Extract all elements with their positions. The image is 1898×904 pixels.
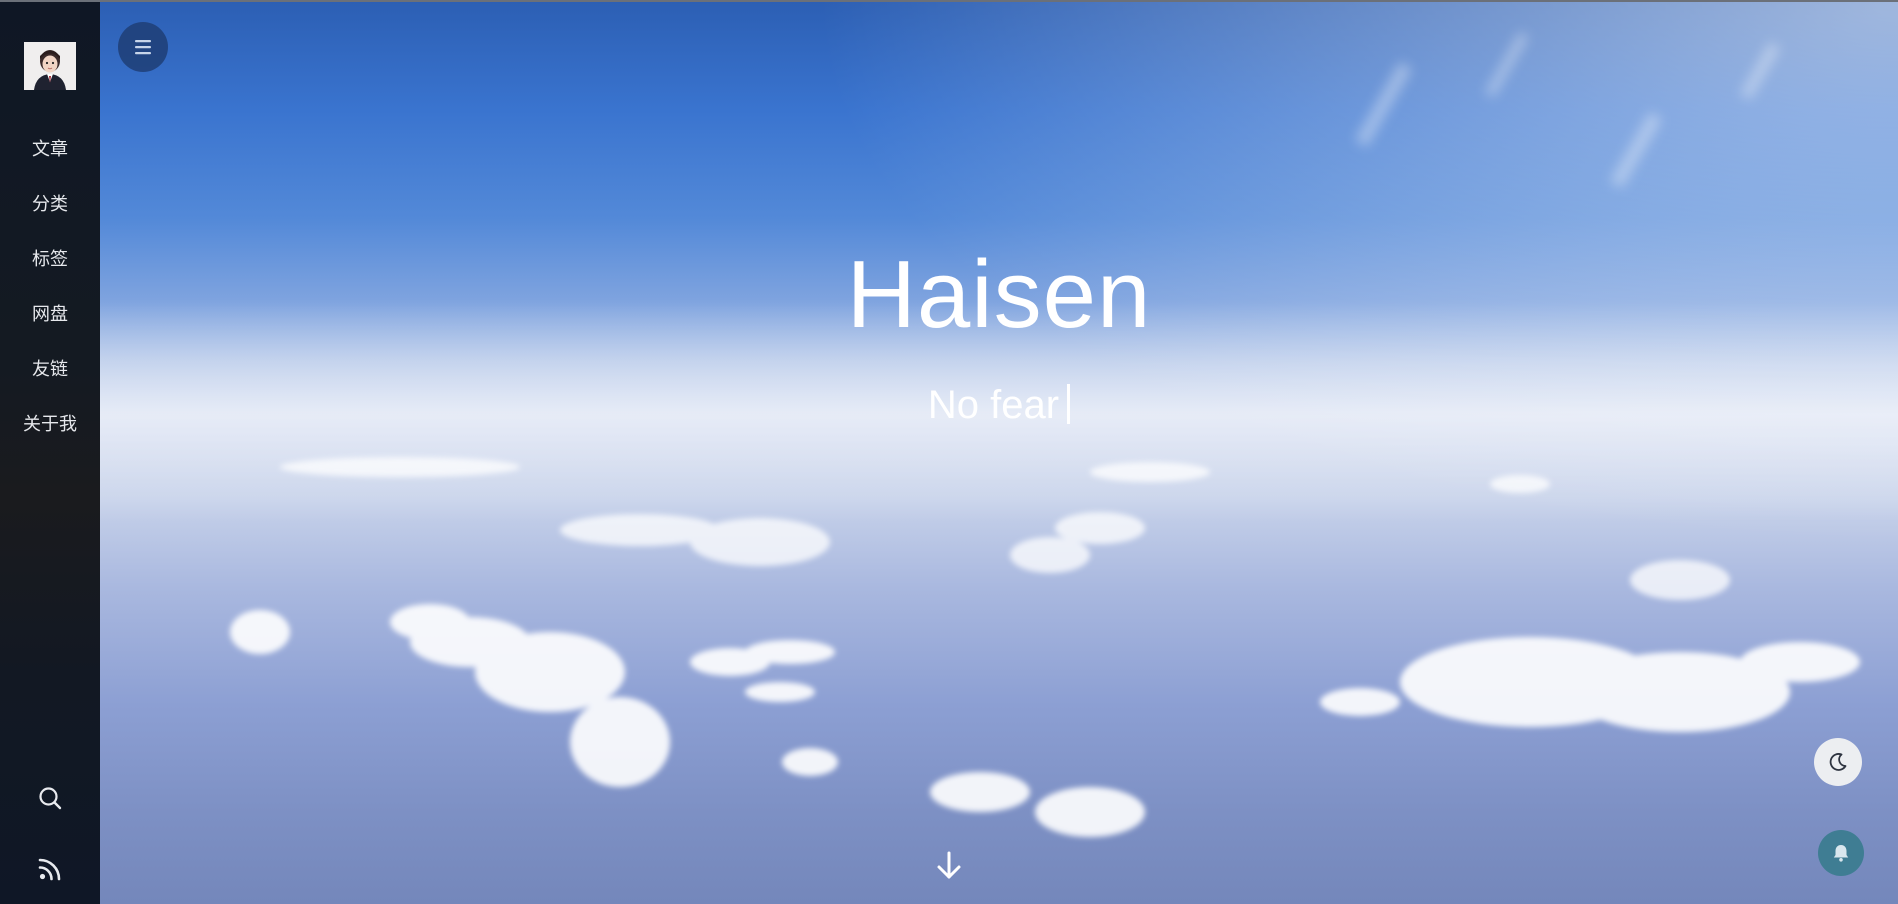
bell-icon — [1833, 845, 1849, 862]
avatar[interactable] — [24, 42, 76, 90]
typing-cursor — [1067, 384, 1071, 424]
subtitle-text: No fear — [927, 383, 1060, 427]
notification-button[interactable] — [1818, 830, 1864, 876]
theme-toggle-button[interactable] — [1814, 738, 1862, 786]
hamburger-menu-icon — [135, 40, 151, 55]
site-subtitle: No fear — [100, 380, 1898, 430]
sidebar-item-tags[interactable]: 标签 — [0, 240, 100, 295]
rss-icon[interactable] — [36, 855, 64, 883]
site-title: Haisen — [846, 241, 1152, 348]
page: 文章 分类 标签 网盘 友链 关于我 Haisen No fear — [0, 0, 1898, 904]
sidebar-item-netdisk[interactable]: 网盘 — [0, 295, 100, 350]
search-icon[interactable] — [36, 784, 64, 812]
moon-icon — [1829, 753, 1847, 771]
sidebar: 文章 分类 标签 网盘 友链 关于我 — [0, 2, 100, 904]
sidebar-nav: 文章 分类 标签 网盘 友链 关于我 — [0, 130, 100, 460]
sidebar-item-articles[interactable]: 文章 — [0, 130, 100, 185]
sky-clouds-background — [100, 2, 1898, 904]
sidebar-item-friend-links[interactable]: 友链 — [0, 350, 100, 405]
sidebar-item-categories[interactable]: 分类 — [0, 185, 100, 240]
arrow-down-icon[interactable] — [931, 848, 967, 884]
window-top-border — [0, 0, 1898, 2]
menu-toggle-button[interactable] — [118, 22, 168, 72]
hero-banner: Haisen No fear — [100, 2, 1898, 904]
avatar-image — [24, 42, 76, 90]
sidebar-item-about-me[interactable]: 关于我 — [0, 405, 100, 460]
